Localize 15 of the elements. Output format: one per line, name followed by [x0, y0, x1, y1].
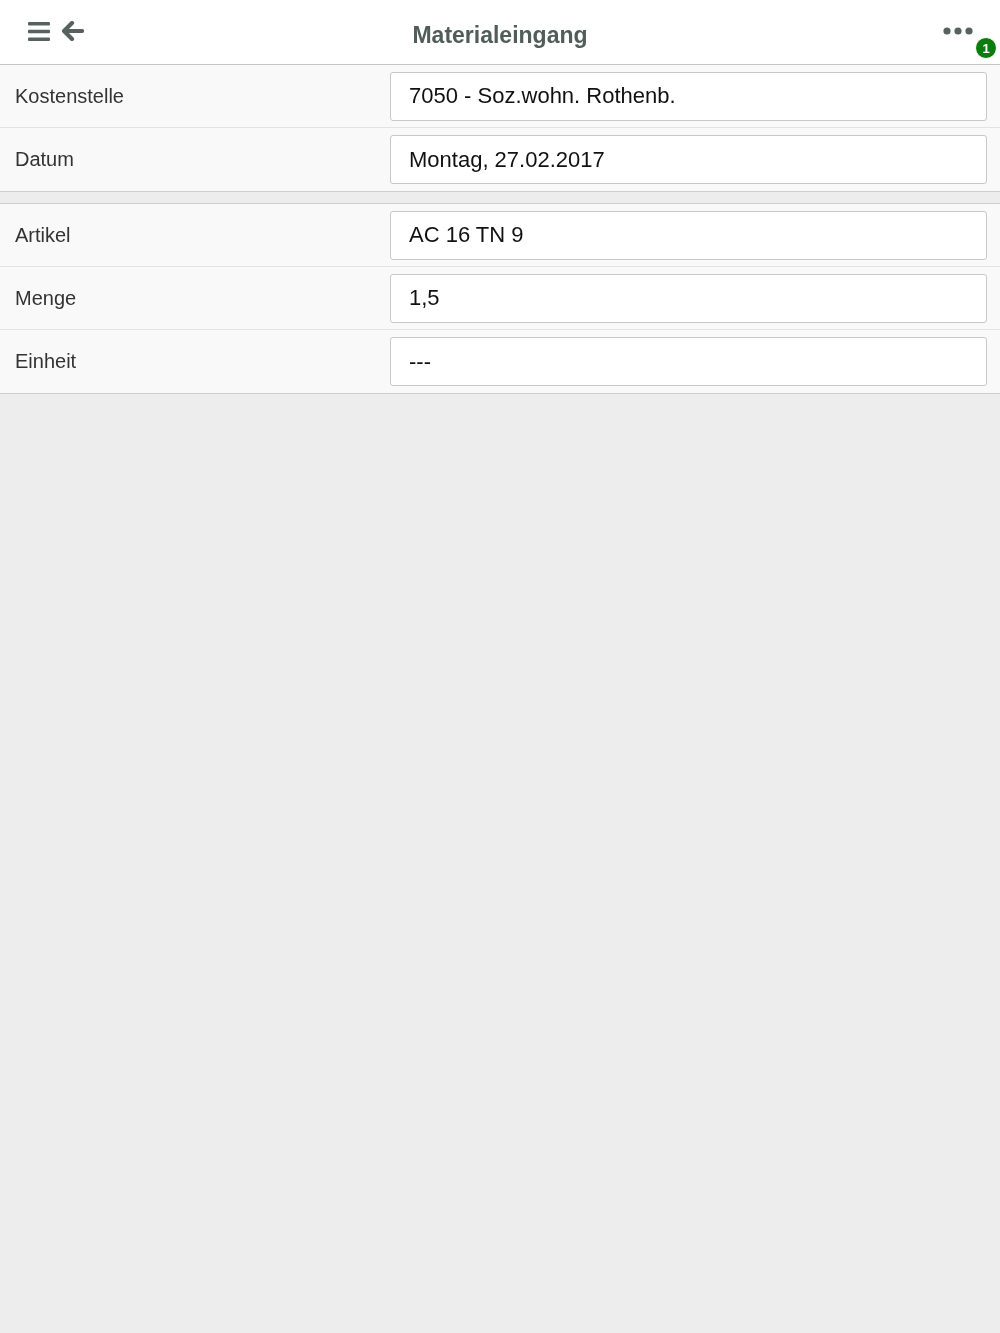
input-field[interactable]: Montag, 27.02.2017 — [390, 135, 987, 184]
field-label: Kostenstelle — [14, 84, 125, 108]
field-label: Menge — [14, 286, 78, 310]
menu-icon[interactable] — [28, 21, 50, 41]
page-title: Materialeingang — [411, 20, 589, 49]
input-field[interactable]: AC 16 TN 9 — [390, 210, 987, 260]
more-options-icon[interactable] — [943, 27, 973, 35]
input-field[interactable]: --- — [390, 337, 987, 386]
field-label: Datum — [14, 148, 75, 171]
input-field[interactable]: 7050 - Soz.wohn. Rothenb. — [390, 71, 987, 121]
notification-badge: 1 — [975, 37, 997, 59]
back-arrow-icon[interactable] — [62, 21, 84, 41]
field-label: Artikel — [14, 223, 72, 247]
input-field[interactable]: 1,5 — [390, 273, 987, 323]
field-label: Einheit — [14, 350, 78, 373]
